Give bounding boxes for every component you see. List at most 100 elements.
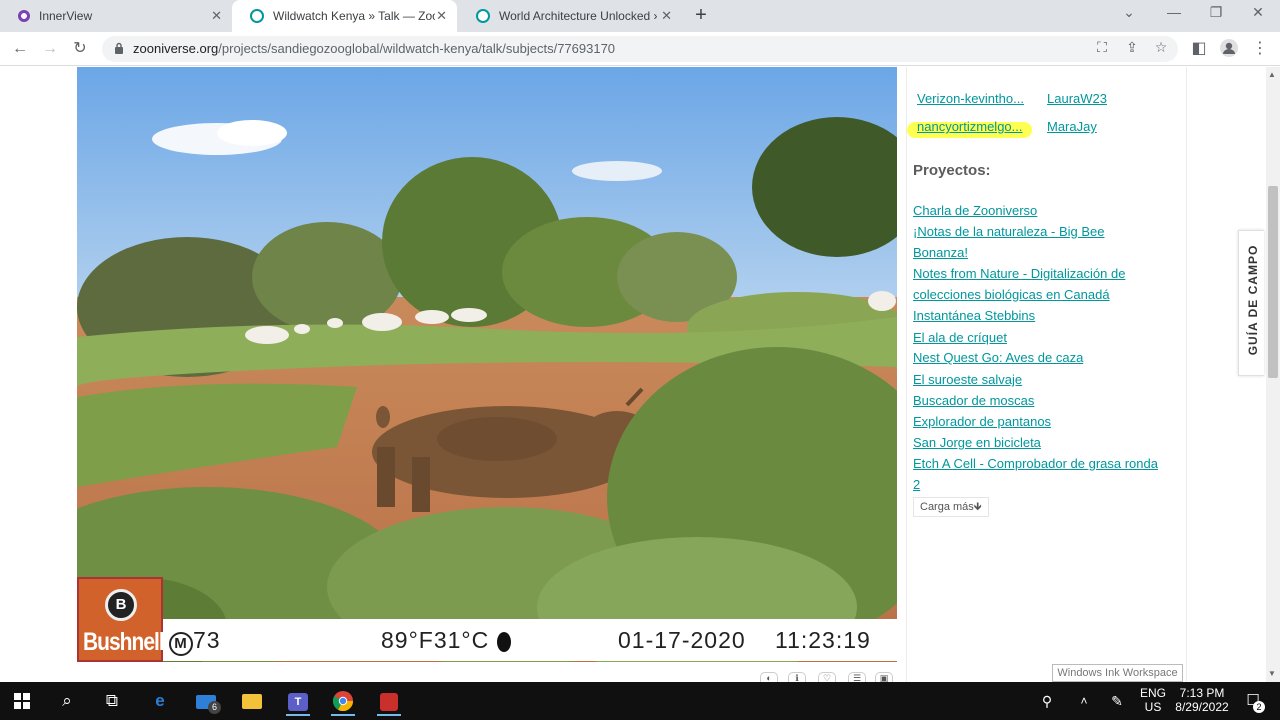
url-text[interactable]: zooniverse.org/projects/sandiegozoogloba… bbox=[133, 41, 615, 56]
project-link[interactable]: ¡Notas de la naturaleza - Big Bee bbox=[913, 224, 1105, 239]
bookmark-star-icon[interactable]: ☆ bbox=[1151, 39, 1171, 56]
task-view-icon[interactable]: ⧉ bbox=[97, 686, 127, 716]
project-link[interactable]: Charla de Zooniverso bbox=[913, 203, 1037, 218]
reload-icon[interactable]: ↻ bbox=[69, 38, 91, 60]
windows-start-icon[interactable] bbox=[7, 686, 37, 716]
project-link[interactable]: Nest Quest Go: Aves de caza bbox=[913, 350, 1083, 365]
new-tab-button[interactable]: + bbox=[690, 4, 712, 27]
share-icon[interactable]: ⇪ bbox=[1122, 39, 1142, 56]
camera-time: 11:23:19 bbox=[775, 627, 871, 653]
frame-count: 73 bbox=[193, 627, 221, 653]
notifications-icon[interactable]: ☐ 2 bbox=[1238, 686, 1268, 716]
tab-innerview[interactable]: InnerView ✕ bbox=[0, 0, 232, 32]
clock-date: 8/29/2022 bbox=[1175, 700, 1229, 714]
edge-icon[interactable]: e bbox=[145, 686, 175, 716]
scroll-down-icon[interactable]: ▼ bbox=[1268, 669, 1276, 678]
subject-image[interactable]: B Bushnell bbox=[77, 67, 897, 662]
project-link[interactable]: Notes from Nature - Digitalización de bbox=[913, 266, 1125, 281]
tab-title: InnerView bbox=[39, 9, 93, 23]
projects-heading: Proyectos: bbox=[913, 162, 991, 179]
ink-workspace-tooltip: Windows Ink Workspace bbox=[1052, 664, 1183, 682]
side-panel-icon[interactable]: ◧ bbox=[1188, 38, 1210, 60]
user-link[interactable]: nancyortizmelgo... bbox=[917, 119, 1035, 134]
moon-icon bbox=[496, 631, 511, 652]
image-icon[interactable]: ▣ bbox=[875, 672, 893, 682]
camera-info-strip: B Bushnell M 73 89°F31°C 01-17-2020 11:23… bbox=[77, 577, 897, 662]
favorite-icon[interactable]: ♡ bbox=[818, 672, 836, 682]
project-link[interactable]: El ala de críquet bbox=[913, 330, 1007, 345]
field-guide-tab[interactable]: GUÍA DE CAMPO bbox=[1238, 230, 1264, 376]
load-more-button[interactable]: Carga más🡻 bbox=[913, 497, 989, 517]
minimize-icon[interactable]: — bbox=[1162, 4, 1186, 20]
ink-workspace-icon[interactable]: ✎ bbox=[1102, 686, 1132, 716]
clock[interactable]: 7:13 PM 8/29/2022 bbox=[1172, 686, 1232, 714]
show-hidden-icons[interactable]: ˄ bbox=[1069, 686, 1099, 716]
address-bar[interactable]: zooniverse.org/projects/sandiegozoogloba… bbox=[102, 36, 1178, 62]
notification-count: 2 bbox=[1253, 701, 1265, 713]
project-link[interactable]: El suroeste salvaje bbox=[913, 372, 1022, 387]
windows-taskbar: ⌕ ⧉ e 6 T ⚲ ˄ ✎ ENG US 7:13 PM 8/29/2022… bbox=[0, 682, 1280, 720]
project-link[interactable]: Bonanza! bbox=[913, 245, 968, 260]
browser-toolbar: ← → ↻ zooniverse.org/projects/sandiegozo… bbox=[0, 32, 1280, 66]
scrollbar-thumb[interactable] bbox=[1268, 186, 1278, 378]
people-icon[interactable]: ⚲ bbox=[1032, 686, 1062, 716]
project-link[interactable]: colecciones biológicas en Canadá bbox=[913, 287, 1110, 302]
project-link[interactable]: 2 bbox=[913, 477, 920, 492]
mail-icon[interactable]: 6 bbox=[191, 686, 221, 716]
innerview-icon bbox=[18, 10, 30, 22]
user-link[interactable]: Verizon-kevintho... bbox=[917, 91, 1035, 106]
close-tab-icon[interactable]: ✕ bbox=[661, 8, 672, 24]
clock-time: 7:13 PM bbox=[1179, 686, 1225, 700]
project-link[interactable]: Explorador de pantanos bbox=[913, 414, 1051, 429]
tab-search-icon[interactable]: ⌄ bbox=[1117, 4, 1141, 21]
tab-wildwatch-kenya[interactable]: Wildwatch Kenya » Talk — Zooniverse ✕ bbox=[232, 0, 457, 32]
camera-trap-photo bbox=[77, 67, 897, 662]
project-link[interactable]: San Jorge en bicicleta bbox=[913, 435, 1041, 450]
camera-date: 01-17-2020 bbox=[618, 627, 746, 653]
profile-avatar[interactable] bbox=[1218, 38, 1240, 60]
info-icon[interactable]: ℹ bbox=[788, 672, 806, 682]
zooniverse-icon bbox=[476, 9, 490, 23]
lock-icon bbox=[115, 42, 123, 54]
menu-icon[interactable]: ⋮ bbox=[1249, 38, 1271, 60]
region-code: US bbox=[1144, 700, 1162, 714]
language-code: ENG bbox=[1139, 686, 1166, 700]
url-host: zooniverse.org bbox=[133, 41, 219, 56]
user-link[interactable]: MaraJay bbox=[1047, 119, 1097, 134]
forward-icon[interactable]: → bbox=[39, 38, 61, 60]
project-link[interactable]: Etch A Cell - Comprobador de grasa ronda bbox=[913, 456, 1158, 471]
project-link[interactable]: Buscador de moscas bbox=[913, 393, 1034, 408]
file-explorer-icon[interactable] bbox=[237, 686, 267, 716]
close-window-icon[interactable]: ✕ bbox=[1246, 4, 1270, 21]
tab-strip: InnerView ✕ Wildwatch Kenya » Talk — Zoo… bbox=[0, 0, 1280, 32]
tab-world-architecture[interactable]: World Architecture Unlocked » Talk ✕ bbox=[458, 0, 682, 32]
moon-phase-icon: M bbox=[169, 632, 193, 656]
camera-temperature: 89°F31°C bbox=[381, 627, 511, 654]
back-icon[interactable]: ← bbox=[9, 38, 31, 60]
collect-icon[interactable]: ☰ bbox=[848, 672, 866, 682]
field-guide-label: GUÍA DE CAMPO bbox=[1246, 244, 1260, 356]
scroll-up-icon[interactable]: ▲ bbox=[1268, 70, 1276, 79]
translate-icon[interactable]: ⛶ bbox=[1092, 39, 1112, 56]
teams-icon[interactable]: T bbox=[283, 686, 313, 716]
url-path: /projects/sandiegozooglobal/wildwatch-ke… bbox=[218, 41, 616, 56]
language-indicator[interactable]: ENG US bbox=[1138, 686, 1168, 714]
search-icon[interactable]: ⌕ bbox=[52, 686, 82, 716]
bushnell-wordmark: Bushnell bbox=[83, 628, 165, 657]
app-icon[interactable] bbox=[374, 686, 404, 716]
tab-title: Wildwatch Kenya » Talk — Zooniverse bbox=[273, 9, 435, 23]
bushnell-b-icon: B bbox=[105, 589, 137, 621]
chrome-icon[interactable] bbox=[328, 686, 358, 716]
camera-frame-number: M 73 bbox=[169, 627, 221, 656]
temperature-value: 89°F31°C bbox=[381, 627, 490, 653]
bushnell-logo: B Bushnell bbox=[77, 577, 165, 662]
close-tab-icon[interactable]: ✕ bbox=[211, 8, 222, 24]
user-link[interactable]: LauraW23 bbox=[1047, 91, 1107, 106]
zooniverse-icon bbox=[250, 9, 264, 23]
restore-icon[interactable]: ❐ bbox=[1204, 4, 1228, 21]
mail-badge: 6 bbox=[208, 701, 221, 714]
tab-title: World Architecture Unlocked » Talk bbox=[499, 9, 657, 23]
close-tab-icon[interactable]: ✕ bbox=[436, 8, 447, 24]
invert-icon[interactable]: ◐ bbox=[760, 672, 778, 682]
project-link[interactable]: Instantánea Stebbins bbox=[913, 308, 1035, 323]
